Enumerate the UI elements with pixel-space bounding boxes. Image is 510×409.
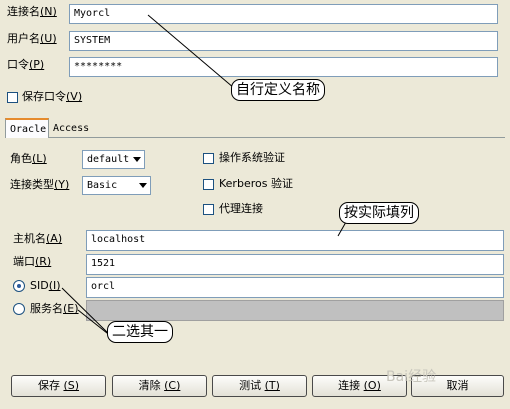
save-button[interactable]: 保存 (S) <box>11 375 106 397</box>
annotation-fill-actual: 按实际填列 <box>339 202 419 224</box>
annotation-leader-lines <box>61 14 347 338</box>
clear-button[interactable]: 清除 (C) <box>112 375 207 397</box>
annotation-choose-one: 二选其一 <box>107 321 173 343</box>
leader-line-fill-actual <box>337 221 347 237</box>
test-button[interactable]: 测试 (T) <box>212 375 307 397</box>
leader-line-custom-name <box>147 14 235 89</box>
leader-line-choose-one-sid <box>61 287 113 338</box>
annotation-custom-name: 自行定义名称 <box>231 79 325 101</box>
watermark-logo: Bai经验 <box>386 369 437 385</box>
